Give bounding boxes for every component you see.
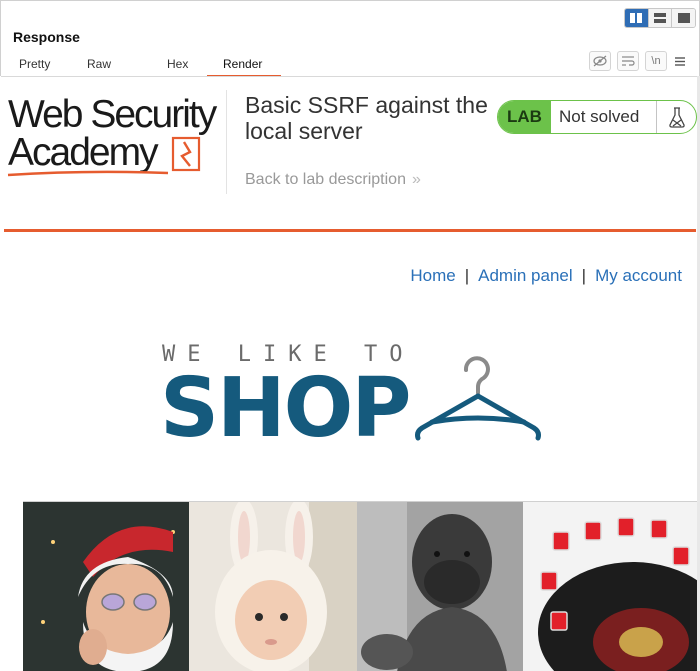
header-separator (226, 90, 227, 194)
split-vertical-icon (630, 13, 643, 23)
tab-render[interactable]: Render (207, 53, 281, 77)
chevron-right-double-icon: » (411, 171, 421, 188)
back-link-label: Back to lab description (245, 171, 406, 188)
shop-logo: WE LIKE TO SHOP (160, 340, 550, 456)
hanger-icon (415, 356, 541, 441)
lab-header: Web Security Academy Basic SSRF against … (0, 76, 700, 232)
nav-admin-panel-link[interactable]: Admin panel (478, 266, 573, 285)
header-rule (4, 229, 696, 232)
product-grid (23, 501, 697, 671)
hide-icon[interactable] (589, 51, 611, 71)
nav-home-link[interactable]: Home (410, 266, 455, 285)
back-to-lab-description-link[interactable]: Back to lab description » (245, 171, 421, 189)
wrap-lines-icon[interactable] (617, 51, 639, 71)
tab-pretty[interactable]: Pretty (9, 53, 61, 77)
logo-bolt-icon (171, 136, 201, 172)
menu-icon[interactable] (673, 51, 687, 71)
lab-status: Not solved (559, 107, 640, 126)
layout-toggle (624, 8, 696, 28)
product-image-bulldog[interactable] (357, 502, 523, 671)
logo-line1: Web Security (8, 93, 217, 136)
flask-icon (656, 101, 696, 133)
shop-nav: Home | Admin panel | My account (0, 266, 682, 286)
response-panel-header: Response Pretty Raw Hex Render \n (0, 0, 700, 77)
split-horizontal-icon (654, 13, 666, 23)
nav-my-account-link[interactable]: My account (595, 266, 682, 285)
single-view-icon (677, 13, 690, 23)
tab-hex[interactable]: Hex (141, 53, 207, 77)
logo-underline (7, 170, 169, 177)
split-vertical-button[interactable] (625, 9, 649, 27)
response-toolbar: \n (589, 51, 687, 71)
product-image-baby-bunny[interactable] (189, 502, 357, 671)
product-image-roulette[interactable] (523, 502, 697, 671)
response-tabs: Pretty Raw Hex Render (9, 53, 281, 77)
tab-raw[interactable]: Raw (61, 53, 141, 77)
lab-title: Basic SSRF against the local server (245, 92, 488, 144)
nav-separator: | (581, 266, 587, 285)
response-title: Response (13, 29, 80, 45)
split-horizontal-button[interactable] (648, 9, 673, 27)
shop-wordmark: SHOP (160, 361, 411, 456)
single-view-button[interactable] (672, 9, 695, 27)
lab-status-widget: LAB Not solved (497, 100, 697, 134)
lab-badge: LAB (498, 101, 551, 133)
nav-separator: | (464, 266, 470, 285)
newline-icon[interactable]: \n (645, 51, 667, 71)
product-image-santa[interactable] (23, 502, 189, 671)
